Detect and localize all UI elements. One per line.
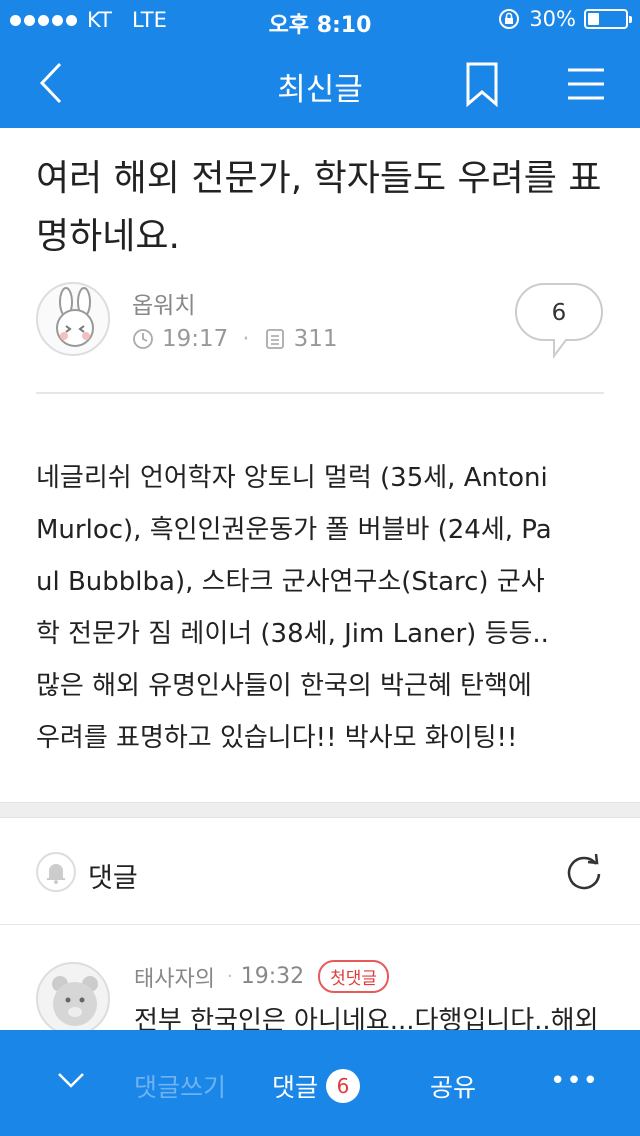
rotation-lock-icon — [499, 9, 520, 29]
comment-author[interactable]: 태사자의 — [134, 961, 215, 993]
divider — [36, 392, 604, 394]
post-time: 19:17 — [162, 326, 229, 352]
bell-icon — [36, 852, 76, 892]
status-right: 30% — [497, 7, 632, 31]
section-separator — [0, 802, 640, 818]
comments-button[interactable]: 댓글 6 — [272, 1068, 361, 1104]
clock-icon — [133, 329, 153, 349]
bear-avatar-icon — [52, 976, 98, 1026]
write-comment-button[interactable]: 댓글쓰기 — [134, 1068, 226, 1104]
author-avatar[interactable] — [36, 282, 110, 356]
comments-count-badge: 6 — [326, 1069, 361, 1103]
more-button[interactable]: ••• — [550, 1066, 599, 1096]
refresh-icon[interactable] — [562, 850, 606, 894]
nav-bar: 최신글 — [0, 40, 640, 128]
first-comment-badge: 첫댓글 — [318, 960, 390, 993]
hamburger-menu-icon[interactable] — [566, 64, 606, 104]
comment-time: 19:32 — [240, 964, 305, 989]
commenter-avatar[interactable] — [36, 962, 110, 1036]
article-body: 네글리쉬 언어학자 앙토니 멀럭 (35세, Antoni Murloc), 흑… — [36, 463, 552, 753]
battery-percent: 30% — [529, 7, 576, 31]
view-count: 311 — [293, 326, 338, 352]
article-meta: 19:17 · 311 — [132, 326, 338, 352]
views-icon — [265, 329, 284, 349]
share-button[interactable]: 공유 — [430, 1068, 476, 1104]
battery-icon — [584, 9, 632, 29]
bottom-toolbar: 댓글쓰기 댓글 6 공유 ••• — [0, 1030, 640, 1136]
chevron-down-icon[interactable] — [56, 1070, 86, 1090]
meta-separator: · — [226, 966, 233, 987]
author-name[interactable]: 옵워치 — [132, 286, 195, 320]
comment-count[interactable]: 6 — [514, 300, 604, 326]
meta-separator: · — [242, 326, 250, 352]
status-bar: KT LTE 오후 8:10 30% — [0, 0, 640, 40]
comments-button-label: 댓글 — [272, 1073, 319, 1102]
divider — [0, 924, 640, 925]
nav-title: 최신글 — [277, 72, 363, 108]
article-title: 여러 해외 전문가, 학자들도 우려를 표명하네요. — [36, 158, 602, 257]
comment-meta: 태사자의 · 19:32 첫댓글 — [134, 960, 390, 993]
bookmark-icon[interactable] — [462, 60, 502, 108]
rabbit-avatar-icon — [56, 287, 94, 347]
comments-header: 댓글 — [88, 863, 138, 894]
